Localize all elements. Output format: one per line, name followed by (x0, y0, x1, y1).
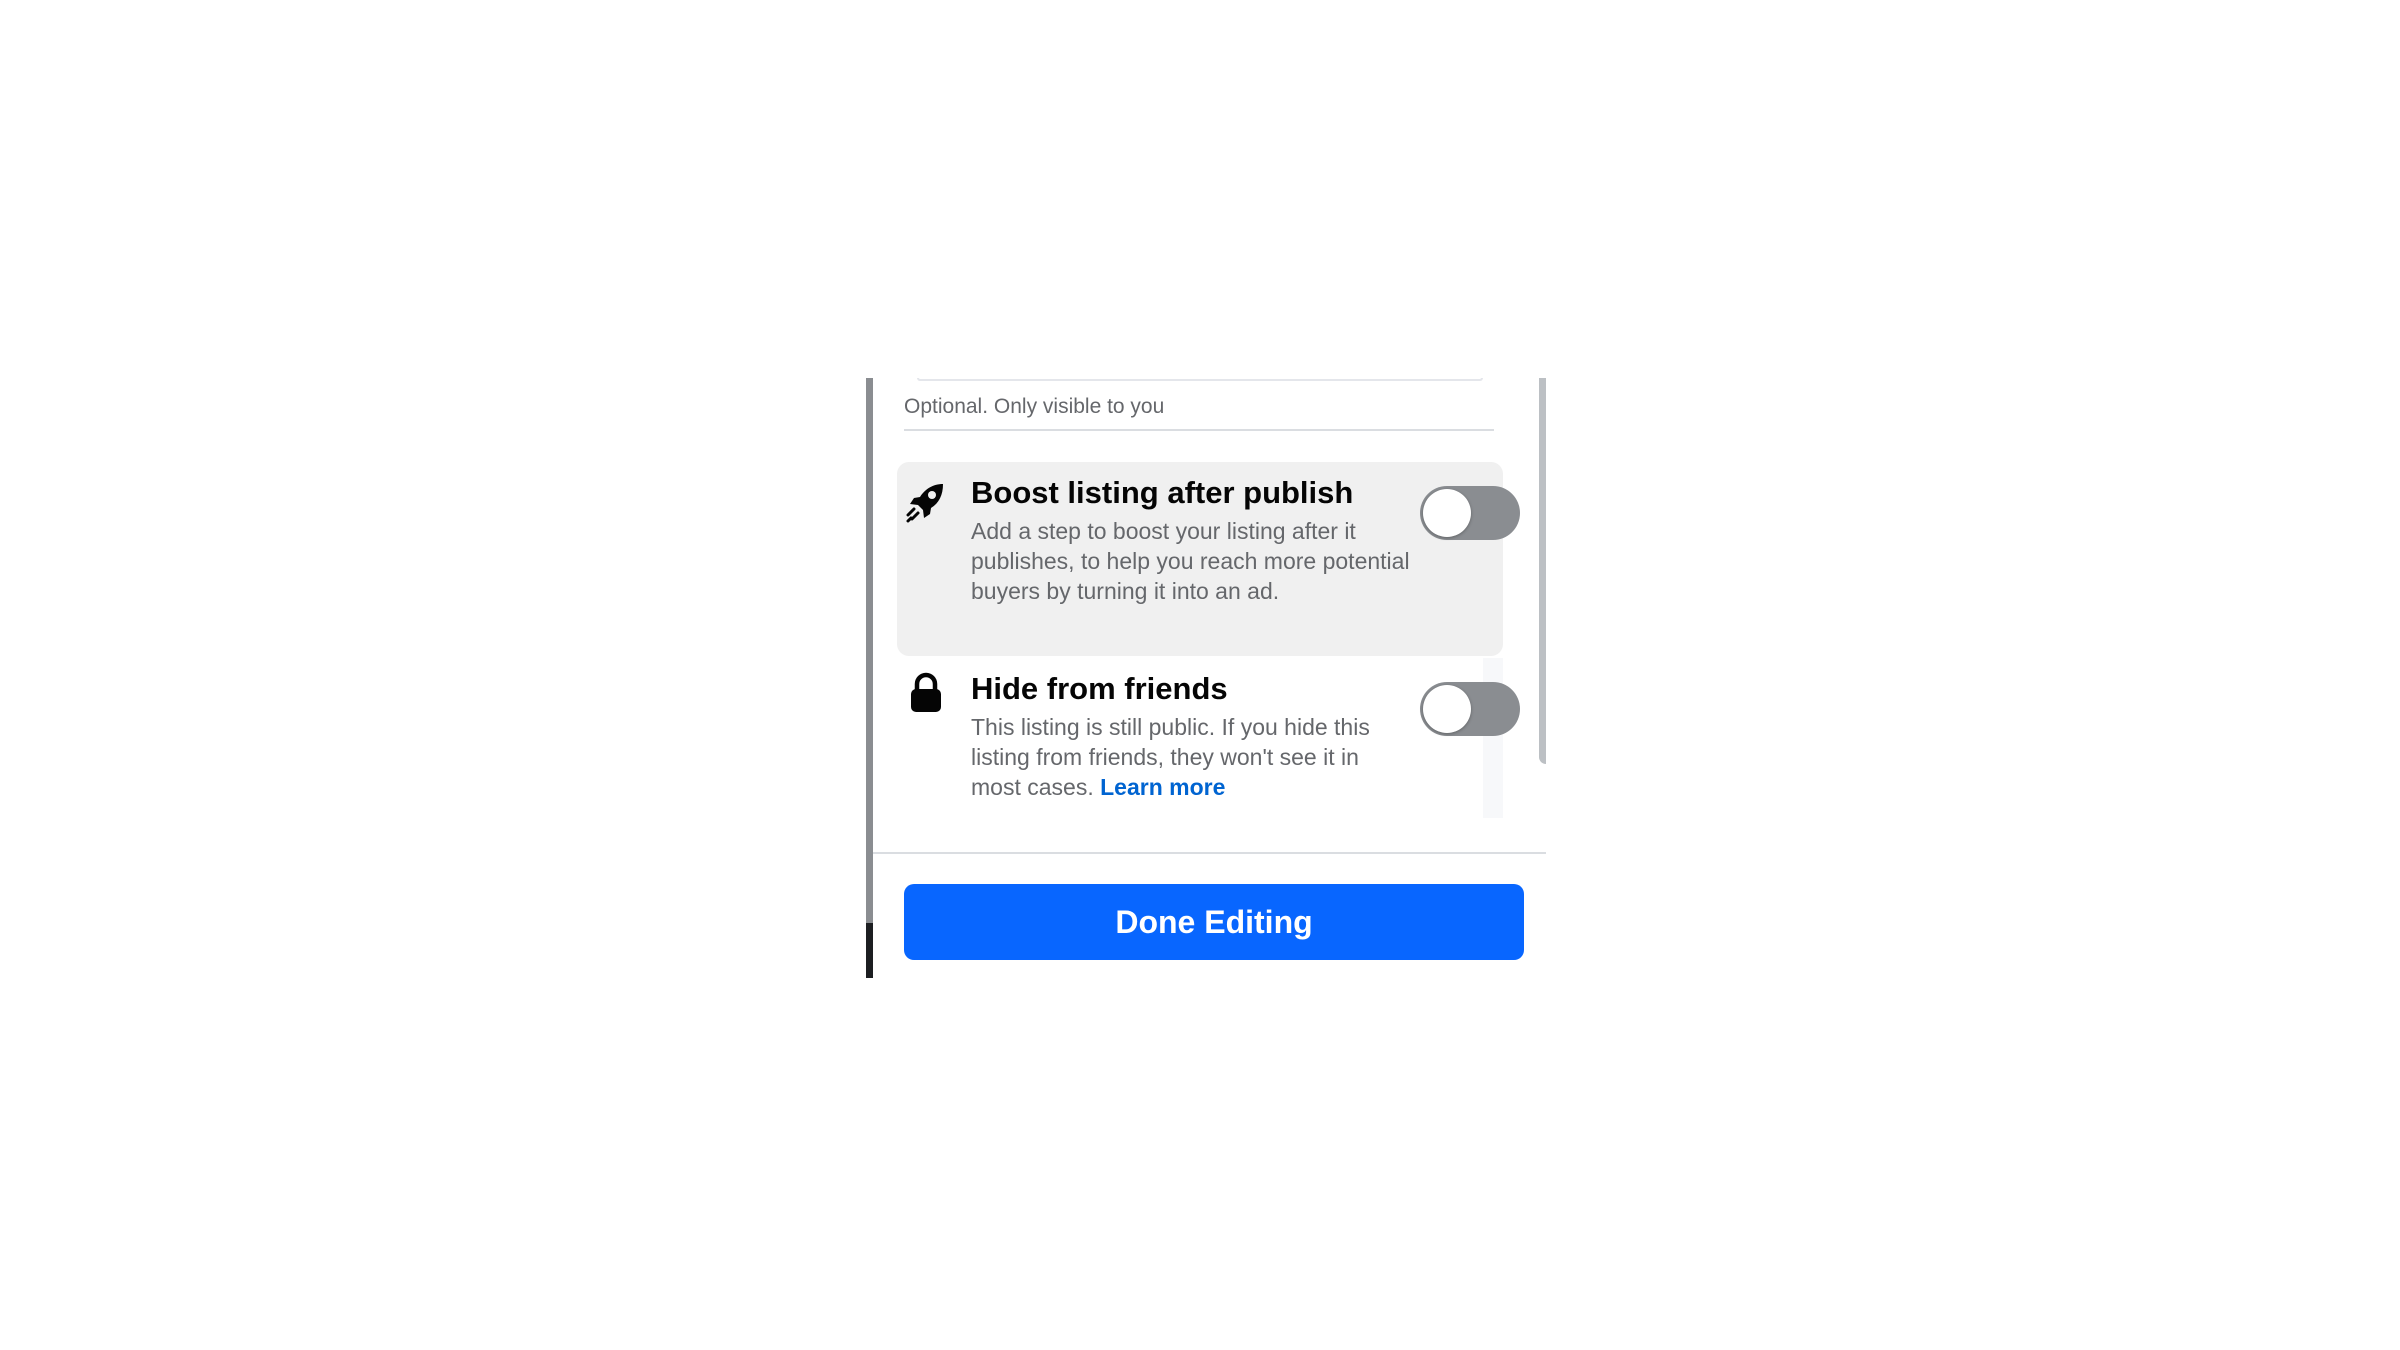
hide-from-friends-option[interactable]: Hide from friends This listing is still … (897, 658, 1520, 818)
panel-left-edge-shadow (866, 923, 873, 978)
private-note-input-edge[interactable] (917, 378, 1483, 381)
rocket-icon (903, 478, 949, 524)
edit-listing-panel: Optional. Only visible to you Boost list… (866, 378, 1546, 978)
panel-left-edge (866, 378, 873, 978)
helper-divider (904, 429, 1494, 431)
settings-scroll-area[interactable]: Optional. Only visible to you Boost list… (873, 378, 1546, 852)
lock-icon (903, 670, 949, 716)
boost-listing-toggle[interactable] (1420, 486, 1520, 540)
scrollbar-thumb[interactable] (1539, 378, 1546, 764)
footer-divider (873, 852, 1546, 854)
hide-from-friends-title: Hide from friends (971, 671, 1228, 706)
boost-listing-option[interactable]: Boost listing after publish Add a step t… (897, 462, 1520, 656)
hide-from-friends-toggle[interactable] (1420, 682, 1520, 736)
boost-listing-title: Boost listing after publish (971, 475, 1354, 510)
hide-from-friends-description: This listing is still public. If you hid… (971, 712, 1411, 802)
learn-more-link[interactable]: Learn more (1100, 774, 1225, 800)
toggle-knob (1423, 489, 1471, 537)
done-editing-button[interactable]: Done Editing (904, 884, 1524, 960)
boost-listing-description: Add a step to boost your listing after i… (971, 518, 1410, 604)
toggle-knob (1423, 685, 1471, 733)
private-note-helper-text: Optional. Only visible to you (904, 395, 1165, 418)
